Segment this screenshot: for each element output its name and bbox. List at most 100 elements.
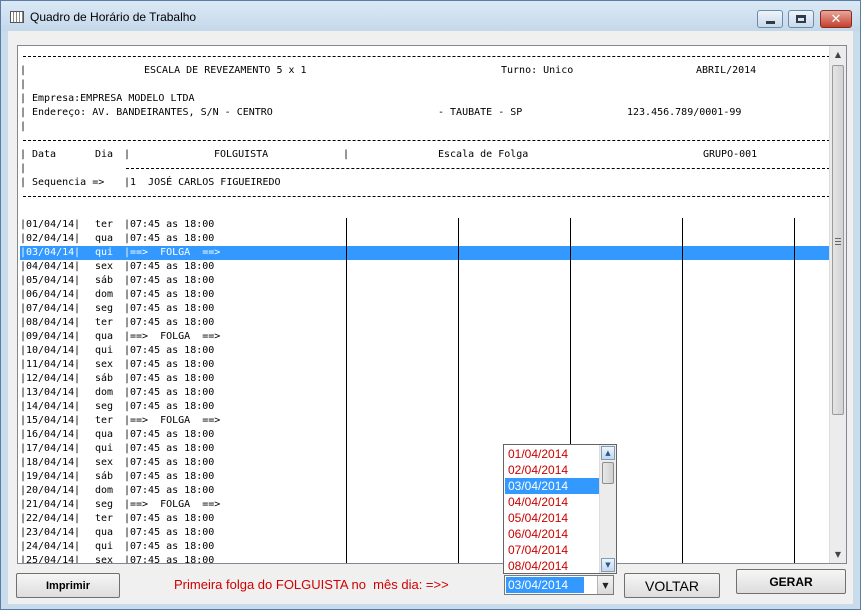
table-row[interactable]: | 24/04/14 | qui | 07:45 as 18:00 [20,540,830,554]
report-vertical-scrollbar[interactable]: ▲ ▼ [829,46,846,563]
dropdown-option[interactable]: 05/04/2014 [505,510,599,526]
row-day: ter [95,415,114,426]
table-row[interactable]: | 10/04/14 | qui | 07:45 as 18:00 [20,344,830,358]
dropdown-scrollbar[interactable]: ▲ ▼ [599,445,616,573]
table-row[interactable]: | 25/04/14 | sex | 07:45 as 18:00 [20,554,830,563]
table-row[interactable]: | 19/04/14 | sáb | 07:45 as 18:00 [20,470,830,484]
table-row[interactable]: | 13/04/14 | dom | 07:45 as 18:00 [20,386,830,400]
row-day: ter [95,219,114,230]
row-entry: 07:45 as 18:00 [130,261,215,272]
scroll-up-button[interactable]: ▲ [830,46,846,63]
column-divider [682,414,683,428]
table-row[interactable]: | 14/04/14 | seg | 07:45 as 18:00 [20,400,830,414]
dropdown-option[interactable]: 03/04/2014 [505,478,599,494]
table-row[interactable]: | 12/04/14 | sáb | 07:45 as 18:00 [20,372,830,386]
col-border: | [74,331,81,342]
row-date: 19/04/14 [26,471,75,482]
table-row[interactable]: | 22/04/14 | ter | 07:45 as 18:00 [20,512,830,526]
table-row[interactable]: | 07/04/14 | seg | 07:45 as 18:00 [20,302,830,316]
row-entry: 07:45 as 18:00 [130,429,215,440]
column-divider [794,288,795,302]
table-row[interactable]: | 18/04/14 | sex | 07:45 as 18:00 [20,456,830,470]
column-divider [346,386,347,400]
row-day: sex [95,457,114,468]
col-border: | [74,429,81,440]
table-row[interactable]: | 17/04/14 | qui | 07:45 as 18:00 [20,442,830,456]
table-row[interactable]: | 23/04/14 | qua | 07:45 as 18:00 [20,526,830,540]
table-row[interactable]: | 20/04/14 | dom | 07:45 as 18:00 [20,484,830,498]
row-date: 03/04/14 [26,247,75,258]
col-border: | [74,457,81,468]
dropdown-scroll-down-button[interactable]: ▼ [601,558,615,572]
row-day: ter [95,513,114,524]
report-endereco-line: | Endereço: AV. BANDEIRANTES, S/N - CENT… [20,106,830,120]
column-divider [458,218,459,232]
column-divider [570,288,571,302]
close-button[interactable]: ✕ [820,10,852,28]
back-button[interactable]: VOLTAR [624,573,720,598]
column-divider [570,316,571,330]
first-day-off-combobox[interactable]: 03/04/2014 ▼ [504,575,614,595]
application-window: Quadro de Horário de Trabalho ✕ | ESCALA… [0,0,861,610]
table-row[interactable]: | 15/04/14 | ter | ==> FOLGA ==> [20,414,830,428]
report-rule-bottom [20,190,830,204]
row-date: 18/04/14 [26,457,75,468]
table-row[interactable]: | 06/04/14 | dom | 07:45 as 18:00 [20,288,830,302]
column-divider [794,302,795,316]
scroll-thumb[interactable] [832,65,844,415]
column-divider [458,358,459,372]
row-entry: 07:45 as 18:00 [130,541,215,552]
column-divider [346,330,347,344]
column-divider [794,498,795,512]
table-row[interactable]: | 03/04/14 | qui | ==> FOLGA ==> [20,246,830,260]
column-divider [346,358,347,372]
column-divider [346,344,347,358]
column-divider [458,260,459,274]
dropdown-scroll-up-button[interactable]: ▲ [601,446,615,460]
table-row[interactable]: | 04/04/14 | sex | 07:45 as 18:00 [20,260,830,274]
combobox-dropdown-button[interactable]: ▼ [597,576,613,594]
row-day: seg [95,401,114,412]
table-row[interactable]: | 16/04/14 | qua | 07:45 as 18:00 [20,428,830,442]
col-border: | [74,401,81,412]
column-divider [458,302,459,316]
col-border: | [74,387,81,398]
dropdown-option[interactable]: 01/04/2014 [505,446,599,462]
dropdown-option[interactable]: 07/04/2014 [505,542,599,558]
dropdown-option[interactable]: 04/04/2014 [505,494,599,510]
title-bar[interactable]: Quadro de Horário de Trabalho ✕ [1,1,860,31]
dropdown-option[interactable]: 08/04/2014 [505,558,599,573]
minimize-icon [765,20,775,24]
column-divider [794,260,795,274]
minimize-button[interactable] [757,10,783,28]
table-row[interactable]: | 21/04/14 | seg | ==> FOLGA ==> [20,498,830,512]
column-divider [570,344,571,358]
table-row[interactable]: | 08/04/14 | ter | 07:45 as 18:00 [20,316,830,330]
column-divider [682,232,683,246]
col-grupo-header: GRUPO-001 [703,149,758,160]
date-dropdown-list[interactable]: 01/04/2014 02/04/2014 03/04/2014 04/04/2014… [503,444,617,574]
table-row[interactable]: | 05/04/14 | sáb | 07:45 as 18:00 [20,274,830,288]
print-button[interactable]: Imprimir [16,573,120,598]
combobox-value[interactable]: 03/04/2014 [506,577,584,593]
table-row[interactable]: | 11/04/14 | sex | 07:45 as 18:00 [20,358,830,372]
dropdown-option[interactable]: 06/04/2014 [505,526,599,542]
scroll-down-button[interactable]: ▼ [830,546,846,563]
table-row[interactable]: | 02/04/14 | qua | 07:45 as 18:00 [20,232,830,246]
table-row[interactable]: | 01/04/14 | ter | 07:45 as 18:00 [20,218,830,232]
generate-button[interactable]: GERAR [736,569,846,594]
column-divider [682,456,683,470]
report-title: ESCALA DE REVEZAMENTO 5 x 1 [144,65,307,76]
table-row[interactable]: | 09/04/14 | qua | ==> FOLGA ==> [20,330,830,344]
dropdown-scroll-thumb[interactable] [602,462,614,484]
col-border: | [74,303,81,314]
dropdown-option[interactable]: 02/04/2014 [505,462,599,478]
column-divider [682,540,683,554]
row-day: qua [95,233,114,244]
maximize-button[interactable] [788,10,814,28]
column-divider [794,540,795,554]
schedule-report[interactable]: | ESCALA DE REVEZAMENTO 5 x 1 Turno: Uni… [17,45,847,564]
row-day: sex [95,359,114,370]
column-divider [794,470,795,484]
col-border: | [74,233,81,244]
